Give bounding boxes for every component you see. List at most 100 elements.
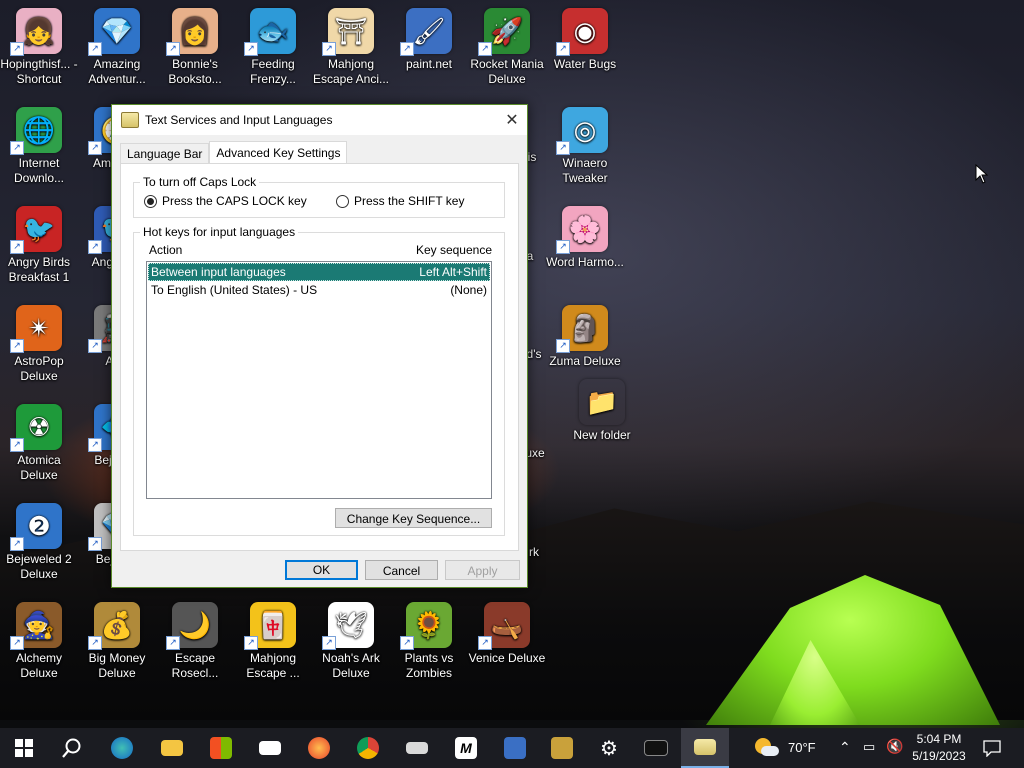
taskbar-mail[interactable] bbox=[246, 728, 294, 768]
close-icon[interactable]: ✕ bbox=[497, 105, 527, 135]
taskbar-edge[interactable] bbox=[98, 728, 146, 768]
desktop-icon-bejeweled-2-deluxe[interactable]: ❷ ↗ Bejeweled 2 Deluxe bbox=[0, 499, 78, 589]
radio-caps-lock-label: Press the CAPS LOCK key bbox=[162, 194, 307, 208]
taskbar-firefox[interactable] bbox=[295, 728, 343, 768]
desktop-icon-alchemy-deluxe[interactable]: 🧙 ↗ Alchemy Deluxe bbox=[0, 598, 78, 688]
desktop-icon-internet-download-manager[interactable]: 🌐 ↗ Internet Downlo... bbox=[0, 103, 78, 193]
desktop-icon-label: paint.net bbox=[405, 57, 453, 71]
bonnies-bookstore-icon: 👩 ↗ bbox=[166, 8, 218, 56]
desktop-icon-hopingthisf-shortcut[interactable]: 👧 ↗ Hopingthisf... - Shortcut bbox=[0, 4, 78, 94]
taskbar-app-printer[interactable] bbox=[393, 728, 441, 768]
shortcut-arrow-icon: ↗ bbox=[322, 636, 336, 650]
bejeweled-2-deluxe-icon: ❷ ↗ bbox=[10, 503, 62, 551]
desktop-icon-label: Zuma Deluxe bbox=[549, 354, 621, 368]
text-services-dialog: Text Services and Input Languages ✕ Lang… bbox=[111, 104, 528, 588]
desktop-icon-rocket-mania-deluxe[interactable]: 🚀 ↗ Rocket Mania Deluxe bbox=[468, 4, 546, 94]
desktop-icon-mahjong-escape-ancient[interactable]: ⛩ ↗ Mahjong Escape Anci... bbox=[312, 4, 390, 94]
taskbar-settings[interactable]: ⚙ bbox=[585, 728, 633, 768]
notifications-button[interactable] bbox=[970, 728, 1014, 768]
desktop-icon-astropop-deluxe[interactable]: ✴ ↗ AstroPop Deluxe bbox=[0, 301, 78, 391]
clock-time[interactable]: 5:04 PM bbox=[913, 732, 965, 746]
windows-logo-icon bbox=[15, 739, 33, 757]
search-icon bbox=[62, 738, 81, 758]
desktop-icon-label: Escape Rosecl... bbox=[171, 651, 219, 680]
plants-vs-zombies-icon: 🌻 ↗ bbox=[400, 602, 452, 650]
shortcut-arrow-icon: ↗ bbox=[478, 42, 492, 56]
shortcut-arrow-icon: ↗ bbox=[244, 42, 258, 56]
taskbar-store[interactable] bbox=[197, 728, 245, 768]
desktop-icon-escape-rosecliff[interactable]: 🌙 ↗ Escape Rosecl... bbox=[156, 598, 234, 688]
column-header-key-sequence: Key sequence bbox=[415, 243, 492, 257]
desktop-icon-paint-net[interactable]: 🖌 ↗ paint.net bbox=[390, 4, 468, 94]
desktop-icon-bonnies-bookstore[interactable]: 👩 ↗ Bonnie's Booksto... bbox=[156, 4, 234, 94]
radio-shift[interactable]: Press the SHIFT key bbox=[336, 194, 464, 208]
store-icon bbox=[210, 737, 232, 759]
desktop-icon-angry-birds-breakfast[interactable]: 🐦 ↗ Angry Birds Breakfast 1 bbox=[0, 202, 78, 292]
network-icon[interactable]: ▭ bbox=[863, 739, 875, 755]
desktop-icon-feeding-frenzy[interactable]: 🐟 ↗ Feeding Frenzy... bbox=[234, 4, 312, 94]
shortcut-arrow-icon: ↗ bbox=[10, 339, 24, 353]
search-button[interactable] bbox=[48, 728, 96, 768]
taskbar-app-package[interactable] bbox=[538, 728, 586, 768]
taskbar-chrome[interactable] bbox=[344, 728, 392, 768]
cancel-button[interactable]: Cancel bbox=[365, 560, 438, 580]
hotkey-row-between-languages[interactable]: Between input languages Left Alt+Shift bbox=[148, 263, 490, 281]
hotkeys-group-title: Hot keys for input languages bbox=[140, 225, 299, 239]
desktop-icon-label: Water Bugs bbox=[553, 57, 617, 71]
taskbar-app-m[interactable]: M bbox=[442, 728, 490, 768]
tab-language-bar[interactable]: Language Bar bbox=[120, 143, 210, 164]
clock-date[interactable]: 5/19/2023 bbox=[910, 749, 968, 763]
start-button[interactable] bbox=[0, 728, 48, 768]
desktop-icon-noahs-ark-deluxe[interactable]: 🕊 ↗ Noah's Ark Deluxe bbox=[312, 598, 390, 688]
desktop-icon-label: Mahjong Escape Anci... bbox=[312, 57, 390, 86]
tab-panel: To turn off Caps Lock Press the CAPS LOC… bbox=[120, 163, 519, 551]
edge-icon bbox=[111, 737, 133, 759]
mouse-cursor-icon bbox=[975, 164, 989, 184]
desktop-icon-word-harmony[interactable]: 🌸 ↗ Word Harmo... bbox=[546, 202, 624, 292]
apply-button[interactable]: Apply bbox=[445, 560, 520, 580]
weather-widget[interactable] bbox=[755, 736, 779, 760]
zuma-deluxe-icon: 🗿 ↗ bbox=[556, 305, 608, 353]
taskbar-file-explorer[interactable] bbox=[148, 728, 196, 768]
radio-caps-lock-indicator[interactable] bbox=[144, 194, 157, 208]
weather-temperature[interactable]: 70°F bbox=[788, 740, 816, 755]
feeding-frenzy-icon: 🐟 ↗ bbox=[244, 8, 296, 56]
taskbar-text-services[interactable] bbox=[681, 728, 729, 768]
hotkey-action: To English (United States) - US bbox=[151, 283, 318, 297]
notification-icon bbox=[983, 740, 1001, 757]
shortcut-arrow-icon: ↗ bbox=[400, 42, 414, 56]
desktop-icon-label: Atomica Deluxe bbox=[17, 453, 61, 482]
radio-caps-lock[interactable]: Press the CAPS LOCK key bbox=[144, 194, 307, 208]
chrome-icon bbox=[357, 737, 379, 759]
paint-net-icon: 🖌 ↗ bbox=[400, 8, 452, 56]
radio-shift-indicator[interactable] bbox=[336, 194, 349, 208]
desktop-icon-water-bugs[interactable]: ◉ ↗ Water Bugs bbox=[546, 4, 624, 94]
alchemy-deluxe-icon: 🧙 ↗ bbox=[10, 602, 62, 650]
package-icon bbox=[551, 737, 573, 759]
hotkey-row-english-us[interactable]: To English (United States) - US (None) bbox=[148, 281, 490, 299]
desktop-icon-new-folder[interactable]: 📁 New folder bbox=[563, 375, 641, 465]
hotkeys-list[interactable]: Between input languages Left Alt+Shift T… bbox=[146, 261, 492, 499]
shortcut-arrow-icon: ↗ bbox=[166, 42, 180, 56]
chevron-up-icon[interactable]: ⌃ bbox=[839, 739, 851, 756]
taskbar-app-notes[interactable] bbox=[491, 728, 539, 768]
escape-rosecliff-icon: 🌙 ↗ bbox=[166, 602, 218, 650]
angry-birds-breakfast-icon: 🐦 ↗ bbox=[10, 206, 62, 254]
change-key-sequence-button[interactable]: Change Key Sequence... bbox=[335, 508, 492, 528]
tab-advanced-key-settings[interactable]: Advanced Key Settings bbox=[209, 141, 348, 164]
volume-muted-icon[interactable]: 🔇 bbox=[886, 738, 903, 755]
desktop-icon-mahjong-escape[interactable]: 🀄 ↗ Mahjong Escape ... bbox=[234, 598, 312, 688]
amazing-adventures-icon: 💎 ↗ bbox=[88, 8, 140, 56]
desktop-icon-plants-vs-zombies[interactable]: 🌻 ↗ Plants vs Zombies bbox=[390, 598, 468, 688]
shortcut-arrow-icon: ↗ bbox=[556, 339, 570, 353]
ok-button[interactable]: OK bbox=[285, 560, 358, 580]
taskbar-command-prompt[interactable] bbox=[632, 728, 680, 768]
dialog-titlebar[interactable]: Text Services and Input Languages ✕ bbox=[112, 105, 527, 136]
desktop-icon-big-money-deluxe[interactable]: 💰 ↗ Big Money Deluxe bbox=[78, 598, 156, 688]
desktop-icon-amazing-adventures[interactable]: 💎 ↗ Amazing Adventur... bbox=[78, 4, 156, 94]
desktop-icon-label: Internet Downlo... bbox=[13, 156, 65, 185]
mail-icon bbox=[259, 741, 281, 755]
desktop-icon-label: New folder bbox=[573, 428, 631, 442]
desktop-icon-atomica-deluxe[interactable]: ☢ ↗ Atomica Deluxe bbox=[0, 400, 78, 490]
desktop-icon-winaero-tweaker[interactable]: ◎ ↗ Winaero Tweaker bbox=[546, 103, 624, 193]
